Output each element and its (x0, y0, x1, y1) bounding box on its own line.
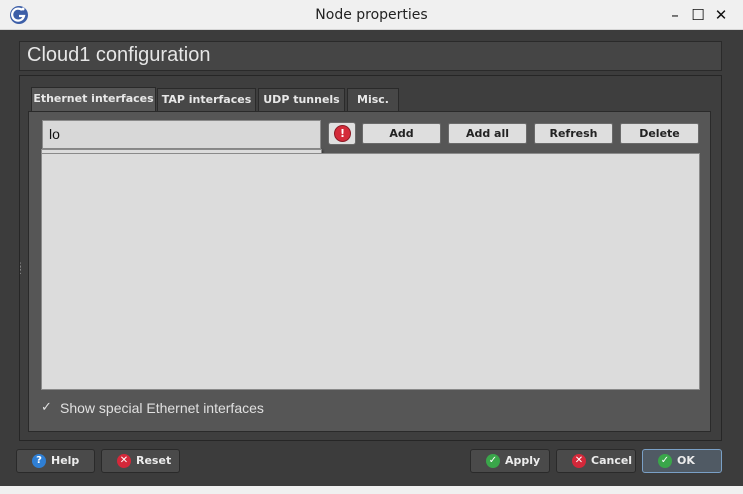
tab-udp-tunnels[interactable]: UDP tunnels (258, 88, 345, 112)
ok-check-icon: ✓ (658, 454, 672, 468)
interfaces-list[interactable] (41, 153, 700, 390)
show-special-checkbox[interactable]: ✓ (41, 401, 54, 414)
add-all-button[interactable]: Add all (448, 123, 527, 144)
tab-misc[interactable]: Misc. (347, 88, 399, 112)
help-label: Help (51, 454, 80, 467)
help-button[interactable]: ? Help (16, 449, 95, 473)
reset-button[interactable]: ✕ Reset (101, 449, 180, 473)
close-button[interactable]: ✕ (710, 4, 732, 26)
window-bottom-edge (0, 486, 743, 494)
tab-ethernet-interfaces[interactable]: Ethernet interfaces (31, 87, 156, 113)
warning-icon: ! (334, 125, 351, 142)
refresh-button[interactable]: Refresh (534, 123, 613, 144)
resize-grip-icon[interactable]: ⋮⋮ (16, 263, 25, 281)
ok-button[interactable]: ✓ OK (642, 449, 722, 473)
reset-icon: ✕ (117, 454, 131, 468)
delete-button[interactable]: Delete (620, 123, 699, 144)
minimize-button[interactable]: – (664, 4, 686, 26)
cancel-label: Cancel (591, 454, 633, 467)
apply-button[interactable]: ✓ Apply (470, 449, 550, 473)
interface-combobox[interactable]: lo (42, 120, 321, 149)
title-bar: Node properties – ☐ ✕ (0, 0, 743, 30)
apply-check-icon: ✓ (486, 454, 500, 468)
cancel-button[interactable]: ✕ Cancel (556, 449, 636, 473)
add-button[interactable]: Add (362, 123, 441, 144)
window-title: Node properties (315, 7, 428, 23)
cancel-icon: ✕ (572, 454, 586, 468)
config-header: Cloud1 configuration (19, 41, 722, 71)
help-icon: ? (32, 454, 46, 468)
warning-button[interactable]: ! (328, 122, 356, 145)
config-title: Cloud1 configuration (27, 44, 211, 66)
reset-label: Reset (136, 454, 172, 467)
show-special-label: Show special Ethernet interfaces (60, 400, 264, 416)
apply-label: Apply (505, 454, 541, 467)
maximize-button[interactable]: ☐ (687, 4, 709, 26)
tab-tap-interfaces[interactable]: TAP interfaces (157, 88, 256, 112)
ok-label: OK (677, 454, 695, 467)
